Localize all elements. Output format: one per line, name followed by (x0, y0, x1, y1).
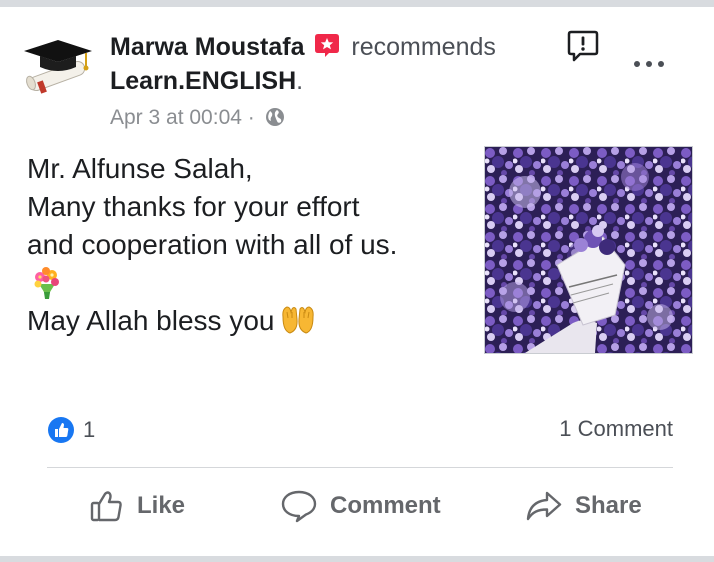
post-timestamp[interactable]: Apr 3 at 00:04 (110, 106, 242, 129)
recommend-badge-icon (315, 34, 340, 57)
comment-button[interactable]: Comment (280, 489, 441, 523)
comment-count-link[interactable]: 1 Comment (559, 416, 673, 442)
thumbs-up-icon (90, 491, 122, 522)
page-link-line: Learn.ENGLISH. (110, 65, 303, 97)
like-label: Like (137, 492, 186, 519)
post-body-line: Many thanks for your effort (27, 191, 360, 222)
share-arrow-icon (526, 491, 562, 521)
avatar[interactable] (22, 37, 94, 95)
globe-icon (265, 108, 284, 126)
actions-divider (47, 467, 673, 468)
bottom-separator-band (0, 556, 714, 562)
share-button[interactable]: Share (525, 489, 642, 523)
post-photo[interactable] (484, 146, 693, 354)
more-options-icon[interactable] (632, 59, 666, 69)
post-body-line: Mr. Alfunse Salah, (27, 153, 253, 184)
reaction-count: 1 (83, 417, 96, 442)
speech-bubble-icon (281, 490, 317, 523)
post-body-line: and cooperation with all of us. (27, 229, 398, 260)
report-flag-icon[interactable] (566, 29, 600, 63)
post-body: Mr. Alfunse Salah, Many thanks for your … (27, 150, 467, 340)
top-separator-band (0, 0, 714, 7)
bouquet-emoji-row (27, 264, 467, 302)
bouquet-emoji-icon (34, 267, 59, 299)
post-header: Marwa Moustafa recommends (110, 31, 496, 63)
like-button[interactable]: Like (89, 489, 185, 523)
recommend-verb: recommends (351, 33, 496, 61)
page-period: . (296, 67, 304, 95)
share-label: Share (575, 492, 642, 519)
recommended-page-link[interactable]: Learn.ENGLISH (110, 67, 296, 95)
post-body-closing: May Allah bless you (27, 302, 467, 340)
like-reaction-icon (48, 417, 74, 443)
reaction-summary[interactable]: 1 (47, 416, 95, 444)
comment-label: Comment (330, 492, 441, 519)
post-body-line: May Allah bless you (27, 305, 275, 336)
author-name[interactable]: Marwa Moustafa (110, 33, 304, 61)
raised-hands-emoji-icon (282, 306, 315, 334)
timestamp-row: Apr 3 at 00:04 · (110, 104, 285, 132)
timestamp-separator: · (247, 106, 255, 129)
